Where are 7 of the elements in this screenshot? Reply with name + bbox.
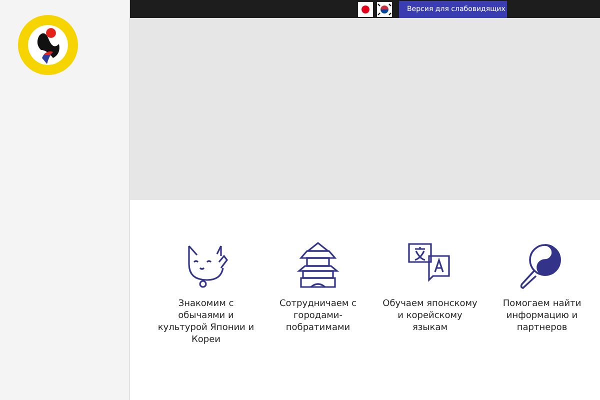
japan-flag-icon[interactable] — [358, 2, 373, 16]
feature-text: Обучаем японскому и корейскому языкам — [382, 298, 478, 334]
feature-text: Помогаем найти информацию и партнеров — [502, 298, 582, 334]
feature-text: Сотрудничаем с городами-побратимами — [278, 298, 358, 334]
feature-text: Знакомим с обычаями и культурой Японии и Кореи — [157, 298, 255, 346]
logo-drawing[interactable] — [17, 14, 79, 76]
korea-flag-icon[interactable] — [377, 2, 392, 16]
